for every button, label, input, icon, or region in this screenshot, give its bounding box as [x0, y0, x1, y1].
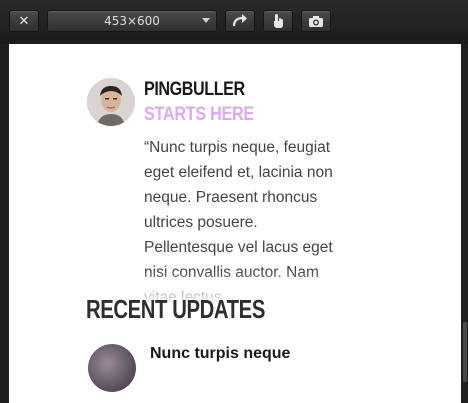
size-select[interactable]: 453×600: [47, 10, 217, 32]
chevron-down-icon: [202, 18, 210, 23]
close-icon: ✕: [18, 13, 30, 29]
touch-button[interactable]: [263, 10, 293, 32]
scrollbar[interactable]: [461, 44, 468, 403]
testimonial-subtitle: STARTS HERE: [144, 104, 254, 125]
post-thumbnail[interactable]: [88, 344, 136, 392]
rotate-icon: [232, 14, 247, 27]
avatar: [87, 78, 135, 126]
close-button[interactable]: ✕: [9, 10, 39, 32]
screenshot-button[interactable]: [301, 10, 331, 32]
touch-icon: [274, 14, 283, 28]
post-title[interactable]: Nunc turpis neque: [150, 345, 290, 363]
emulator-toolbar: ✕ 453×600: [0, 0, 468, 44]
recent-updates-heading: RECENT UPDATES: [86, 294, 265, 324]
testimonial-name: PINGBULLER: [144, 79, 245, 100]
rotate-button[interactable]: [225, 10, 255, 32]
size-select-label: 453×600: [104, 14, 160, 28]
scrollbar-thumb[interactable]: [463, 322, 467, 382]
camera-icon: [309, 15, 323, 27]
